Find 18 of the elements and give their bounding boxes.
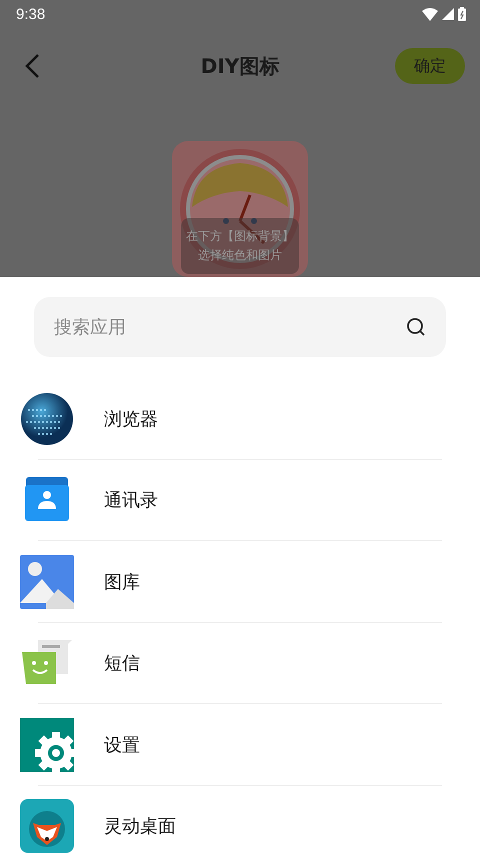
search-icon[interactable] — [406, 317, 426, 337]
app-name[interactable]: 灵动桌面 — [104, 814, 176, 838]
app-name[interactable]: 浏览器 — [104, 406, 158, 431]
hint-text: 在下方【图标背景】 — [186, 228, 294, 245]
hint-text: 选择纯色和图片 — [198, 247, 282, 264]
gallery-icon — [20, 554, 74, 609]
wifi-icon — [422, 8, 438, 20]
battery-icon — [458, 7, 466, 21]
app-name[interactable]: 短信 — [104, 651, 140, 676]
signal-icon — [442, 8, 454, 20]
globe-icon — [20, 392, 74, 446]
gear-icon — [20, 718, 74, 772]
app-name[interactable]: 通讯录 — [104, 488, 158, 512]
app-name[interactable]: 图库 — [104, 570, 140, 594]
page-title: DIY图标 — [200, 52, 280, 80]
search-field[interactable]: 搜索应用 — [34, 297, 446, 357]
status-time: 9:38 — [16, 6, 46, 22]
app-name[interactable]: 设置 — [104, 732, 140, 757]
